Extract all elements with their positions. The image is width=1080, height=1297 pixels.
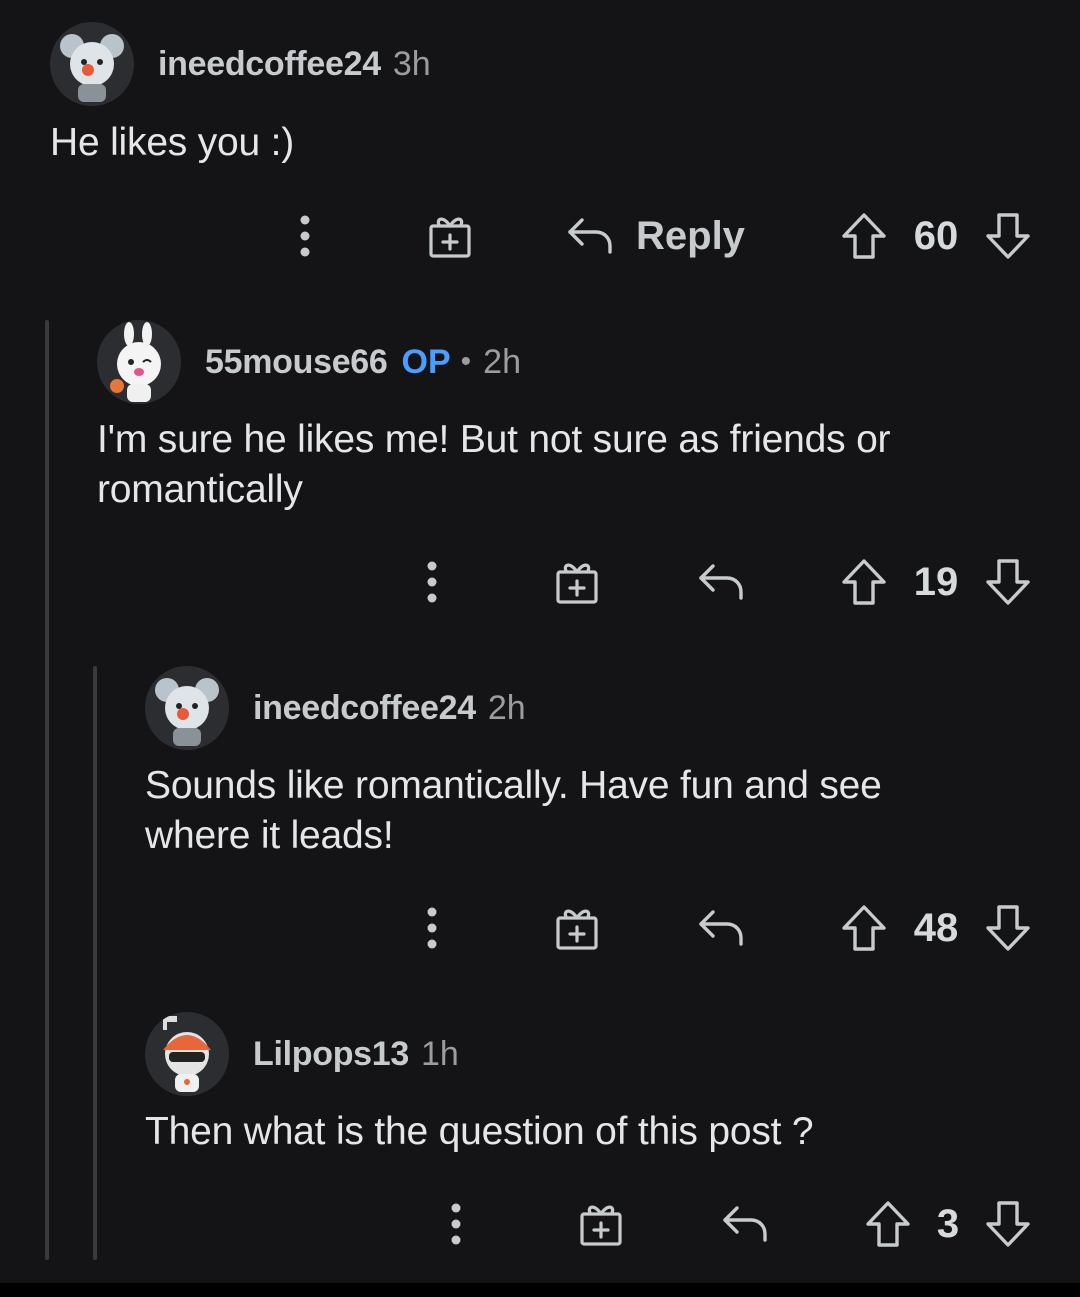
- timestamp: 3h: [392, 44, 431, 83]
- gift-award-icon: [553, 558, 601, 606]
- award-button[interactable]: [422, 206, 478, 266]
- reply-button[interactable]: [718, 1194, 772, 1254]
- vote-score: 48: [913, 905, 959, 950]
- upvote-icon: [865, 1200, 911, 1248]
- reply-arrow-icon: [697, 906, 745, 950]
- upvote-button[interactable]: [840, 898, 888, 958]
- award-button[interactable]: [573, 1194, 629, 1254]
- comment-header: ineedcoffee24 3h: [50, 22, 431, 106]
- comment-body-line: I'm sure he likes me! But not sure as fr…: [97, 418, 891, 461]
- reply-button[interactable]: [694, 552, 748, 612]
- reply-label: Reply: [636, 213, 745, 258]
- comment-thread: ineedcoffee24 3h He likes you :) Reply 6…: [0, 0, 1080, 1297]
- comment-header: 55mouse66 OP • 2h: [97, 320, 521, 404]
- comment-actions: Reply 60: [0, 206, 1080, 266]
- comment-header: ineedcoffee24 2h: [145, 666, 526, 750]
- gift-award-icon: [553, 904, 601, 952]
- award-button[interactable]: [549, 552, 605, 612]
- comment-body-line: where it leads!: [145, 814, 394, 857]
- downvote-icon: [985, 212, 1031, 260]
- more-options-button[interactable]: [285, 206, 325, 266]
- comment-actions: 48: [0, 898, 1080, 958]
- username[interactable]: Lilpops13: [253, 1035, 409, 1074]
- vote-score: 3: [936, 1201, 960, 1246]
- reply-button[interactable]: [694, 898, 748, 958]
- gift-award-icon: [577, 1200, 625, 1248]
- separator-dot: •: [460, 345, 472, 378]
- username[interactable]: 55mouse66: [205, 343, 388, 382]
- upvote-button[interactable]: [864, 1194, 912, 1254]
- downvote-button[interactable]: [984, 206, 1032, 266]
- downvote-button[interactable]: [984, 1194, 1032, 1254]
- downvote-button[interactable]: [984, 552, 1032, 612]
- more-options-button[interactable]: [412, 898, 452, 958]
- op-badge: OP: [401, 342, 451, 381]
- vote-score: 60: [913, 213, 959, 258]
- comment-body-line: He likes you :): [50, 121, 295, 164]
- vote-score: 19: [913, 559, 959, 604]
- comment-header: Lilpops13 1h: [145, 1012, 459, 1096]
- comment-body: Sounds like romantically. Have fun and s…: [145, 761, 882, 861]
- reply-button[interactable]: Reply: [566, 206, 766, 266]
- reply-arrow-icon: [697, 560, 745, 604]
- downvote-icon: [985, 558, 1031, 606]
- upvote-icon: [841, 558, 887, 606]
- reply-arrow-icon: [721, 1202, 769, 1246]
- more-options-button[interactable]: [436, 1194, 476, 1254]
- upvote-button[interactable]: [840, 552, 888, 612]
- comment-body-line: romantically: [97, 468, 303, 511]
- upvote-button[interactable]: [840, 206, 888, 266]
- comment-body-line: Then what is the question of this post ?: [145, 1110, 814, 1153]
- koala-avatar-icon[interactable]: [145, 666, 229, 750]
- koala-avatar-icon[interactable]: [50, 22, 134, 106]
- bunny-avatar-icon[interactable]: [97, 320, 181, 404]
- username[interactable]: ineedcoffee24: [158, 45, 381, 84]
- upvote-icon: [841, 212, 887, 260]
- comment-actions: 19: [0, 552, 1080, 612]
- upvote-icon: [841, 904, 887, 952]
- bottom-edge-bar: [0, 1283, 1080, 1297]
- downvote-button[interactable]: [984, 898, 1032, 958]
- downvote-icon: [985, 1200, 1031, 1248]
- thread-line-level-1[interactable]: [45, 320, 49, 1260]
- comment-actions: 3: [0, 1194, 1080, 1254]
- gift-award-icon: [426, 212, 474, 260]
- more-options-icon: [450, 1202, 462, 1246]
- thread-line-level-2[interactable]: [93, 666, 97, 1260]
- helmet-avatar-icon[interactable]: [145, 1012, 229, 1096]
- username[interactable]: ineedcoffee24: [253, 689, 476, 728]
- more-options-button[interactable]: [412, 552, 452, 612]
- comment-body: Then what is the question of this post ?: [145, 1107, 814, 1157]
- timestamp: 1h: [421, 1034, 459, 1073]
- comment-body-line: Sounds like romantically. Have fun and s…: [145, 764, 882, 807]
- downvote-icon: [985, 904, 1031, 952]
- award-button[interactable]: [549, 898, 605, 958]
- comment-body: I'm sure he likes me! But not sure as fr…: [97, 415, 891, 515]
- timestamp: 2h: [483, 342, 521, 381]
- reply-arrow-icon: [566, 214, 614, 258]
- timestamp: 2h: [487, 688, 526, 727]
- more-options-icon: [299, 214, 311, 258]
- more-options-icon: [426, 560, 438, 604]
- comment-body: He likes you :): [50, 118, 294, 168]
- more-options-icon: [426, 906, 438, 950]
